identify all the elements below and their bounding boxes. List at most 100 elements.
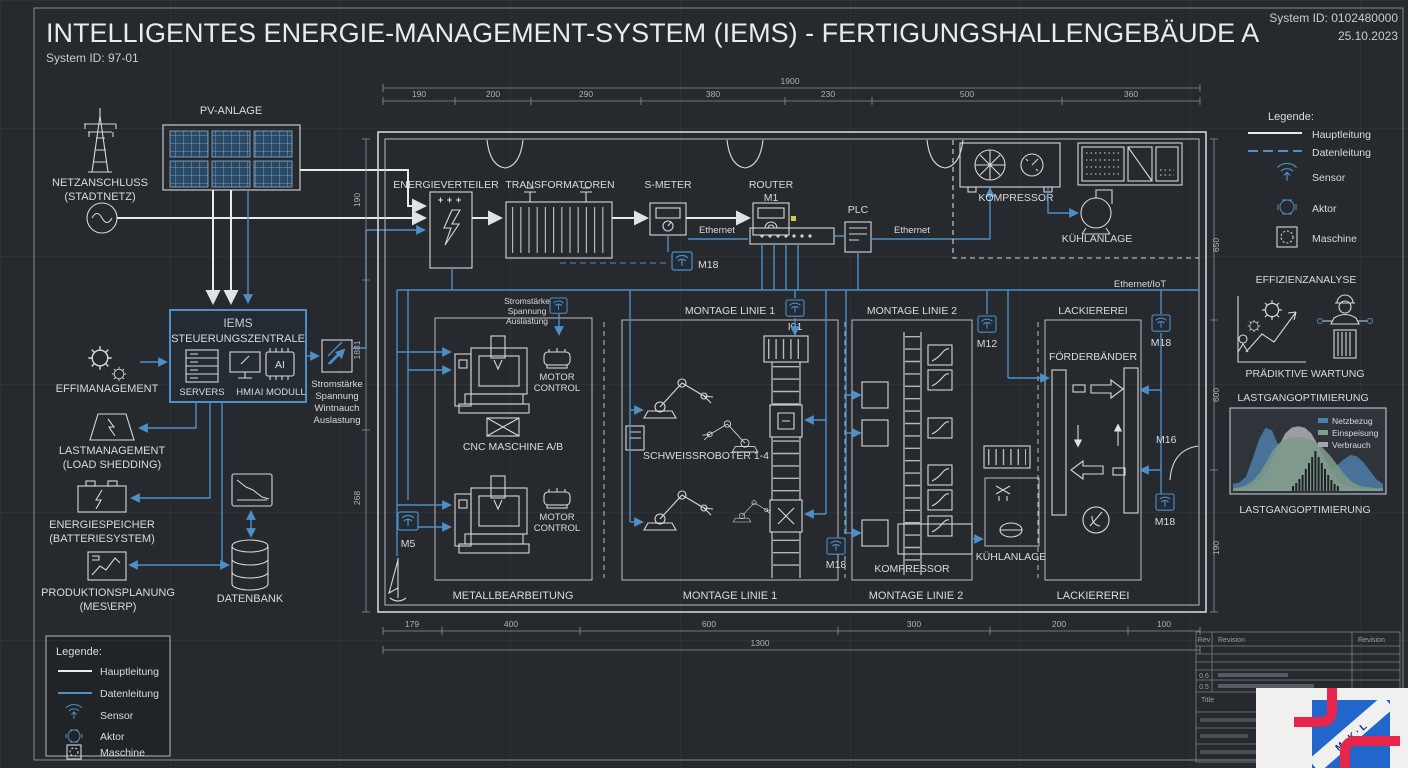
legend-swatch [1318, 442, 1328, 447]
dim: 100 [1157, 619, 1171, 629]
monitor-box [927, 369, 953, 391]
control-label: CONTROL [534, 523, 580, 534]
kuehlanlage-top-label: KÜHLANLAGE [1062, 233, 1133, 245]
m16-label: M16 [1156, 434, 1177, 446]
ai-modull-label: AI MODULL [254, 387, 305, 398]
s-meter: S-METER [560, 179, 692, 264]
north-arrow-icon [388, 558, 407, 602]
legend-swatch [1318, 430, 1328, 435]
legend-maschine: Maschine [100, 747, 145, 759]
pv-panel [169, 130, 209, 158]
legend-aktor: Aktor [100, 731, 125, 743]
hmi-label: HMI [236, 387, 253, 398]
robot-arm-icon [702, 420, 759, 453]
mes-erp-label: (MES\ERP) [80, 601, 137, 613]
iems-control-center: IEMS STEUERUNGSZENTRALE AI SERVERS HMI A… [169, 309, 307, 403]
chart-legend-verbrauch: Verbrauch [1332, 440, 1371, 450]
tb-title-label: Title [1201, 697, 1214, 704]
measurement-box [321, 339, 353, 373]
energiespeicher: ENERGIESPEICHER (BATTERIESYSTEM) [49, 402, 211, 545]
tb-row-no: 0.5 [1199, 684, 1209, 691]
monitor-box [927, 489, 953, 511]
legend-title: Legende: [56, 646, 102, 658]
striped-unit [983, 445, 1031, 469]
dim: 230 [821, 89, 835, 99]
ai-chip-label: AI [275, 359, 285, 371]
m18-top-label: M18 [698, 259, 719, 271]
conveyor-belt [1051, 369, 1067, 516]
measurement-node: Stromstärke Spannung Wintnauch Auslastun… [306, 225, 426, 426]
gear-icon [111, 366, 127, 382]
metallbearbeitung-label: METALLBEARBEITUNG [453, 590, 574, 602]
effizienzanalyse-label: EFFIZIENZANALYSE [1256, 274, 1357, 286]
worker-icon [1317, 294, 1373, 359]
station-box [861, 381, 889, 409]
zone-metallbearbeitung: Stromstärke Spannung Auslastung MOTOR CO… [388, 290, 593, 602]
dim: 268 [352, 491, 362, 505]
cnc-machine-icon [454, 335, 530, 414]
date: 25.10.2023 [1338, 29, 1398, 43]
zone-montage-linie-2: MONTAGE LINIE 2 M12 M18 KOMPRESSOR MONTA… [826, 290, 997, 602]
cnc-machine-icon [454, 475, 530, 554]
m18b-label: M18 [1155, 516, 1176, 528]
sensor-icon [826, 537, 846, 555]
pv-panel [169, 160, 209, 188]
cnc-label: CNC MASCHINE A/B [463, 441, 563, 453]
pv-panel [211, 130, 251, 158]
ethernet-iot-label: Ethernet/IoT [1114, 279, 1166, 290]
sensor-icon [549, 297, 568, 314]
router-m1-label: M1 [764, 192, 779, 204]
legend-sensor: Sensor [100, 710, 134, 722]
diagram-layer: INTELLIGENTES ENERGIE-MANAGEMENT-SYSTEM … [33, 7, 1408, 768]
energieverteiler: ENERGIEVERTEILER [393, 179, 499, 290]
iems-title2: STEUERUNGSZENTRALE [171, 333, 305, 345]
montage2-top-label: MONTAGE LINIE 2 [867, 305, 957, 317]
note-line: Stromstärke [504, 296, 550, 306]
motor-control-icon [543, 347, 571, 369]
legend-sensor: Sensor [1312, 172, 1346, 184]
legend-top-right: Legende: Hauptleitung Datenleitung Senso… [1248, 111, 1371, 248]
tb-row-no: 0.6 [1199, 673, 1209, 680]
sine-glyph [91, 212, 113, 224]
legend-hauptleitung: Hauptleitung [100, 666, 159, 678]
dim: 500 [960, 89, 974, 99]
robot-arm-icon [643, 378, 714, 419]
blueprint-canvas: INTELLIGENTES ENERGIE-MANAGEMENT-SYSTEM … [0, 0, 1408, 768]
lackiererei-top-label: LACKIEREREI [1058, 305, 1127, 317]
note-line: Spannung [315, 391, 358, 402]
sensor-icon [977, 315, 997, 333]
effizienzanalyse: EFFIZIENZANALYSE PRÄDIKTIVE WARTUNG [1237, 274, 1373, 380]
chart-legend-netzbezug: Netzbezug [1332, 416, 1373, 426]
note-line: Spannung [508, 306, 547, 316]
montage1-bottom-label: MONTAGE LINIE 1 [683, 590, 778, 602]
gear-icon [1261, 299, 1283, 321]
kompressor-zone-label: KOMPRESSOR [874, 563, 950, 575]
motor-label: MOTOR [539, 512, 574, 523]
smeter-label: S-METER [644, 179, 692, 191]
sensor-icon [397, 511, 419, 531]
note-line: Auslastung [506, 316, 548, 326]
company-logo: M · K · L [1256, 688, 1408, 768]
zone-kuehlanlage: KÜHLANLAGE [972, 445, 1046, 563]
produktionsplanung-label: PRODUKTIONSPLANUNG [41, 587, 175, 599]
header: INTELLIGENTES ENERGIE-MANAGEMENT-SYSTEM … [46, 11, 1398, 65]
m18-label: M18 [826, 559, 847, 571]
sensor-icon [1155, 493, 1175, 511]
pv-panel [211, 160, 251, 188]
robot-arm-icon [643, 490, 714, 531]
transformer-icon [505, 201, 613, 259]
netzanschluss-label: NETZANSCHLUSS [52, 177, 148, 189]
conveyor-head [763, 335, 809, 363]
servers-label: SERVERS [179, 387, 224, 398]
page-title: INTELLIGENTES ENERGIE-MANAGEMENT-SYSTEM … [46, 18, 1259, 48]
legend-hauptleitung: Hauptleitung [1312, 129, 1371, 141]
kompressor-top-label: KOMPRESSOR [978, 192, 1054, 204]
schweissroboter-label: SCHWEISSROBOTER 1-4 [643, 450, 769, 462]
dim: 190 [352, 193, 362, 207]
dim: 600 [1211, 388, 1221, 402]
note-line: Stromstärke [311, 379, 362, 390]
dim-bottom-total: 1300 [751, 638, 770, 648]
page-subtitle: System ID: 97-01 [46, 51, 139, 65]
gear-icon [1247, 319, 1261, 333]
lastmanagement-label: LASTMANAGEMENT [59, 445, 166, 457]
